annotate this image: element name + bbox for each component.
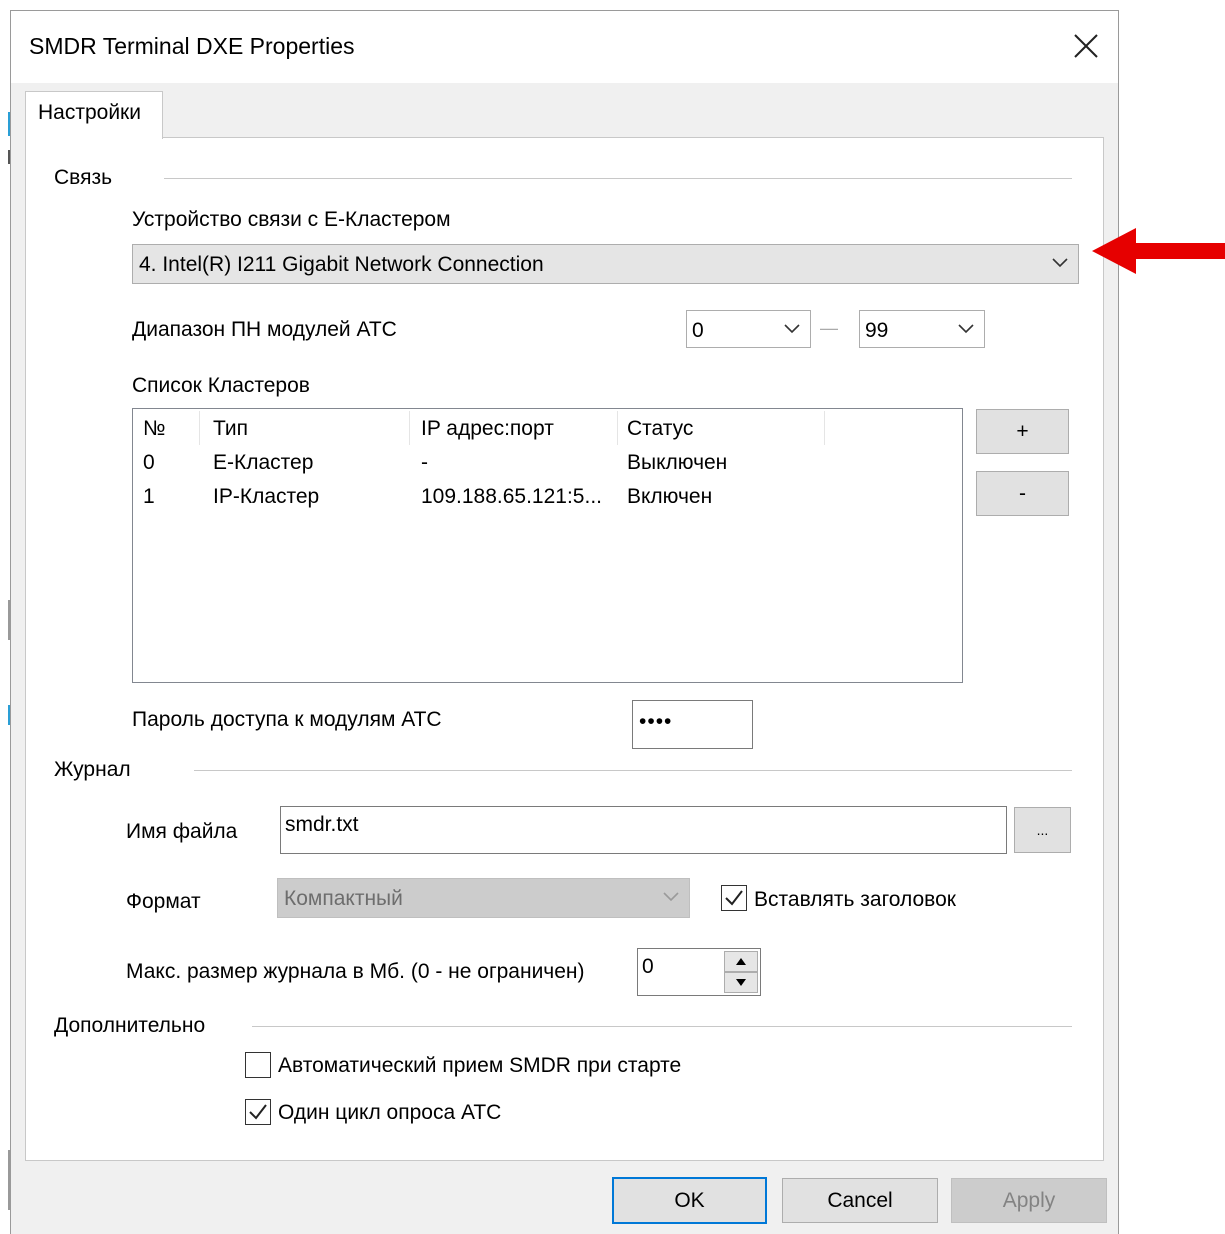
format-value: Компактный (284, 887, 403, 910)
max-size-value: 0 (642, 955, 654, 978)
range-dash: — (820, 318, 838, 338)
device-label: Устройство связи с E-Кластером (132, 208, 451, 231)
column-header-status[interactable]: Статус (627, 417, 693, 441)
max-size-spinner[interactable]: 0 (637, 948, 761, 996)
row-number: 1 (143, 485, 155, 508)
insert-header-label[interactable]: Вставлять заголовок (754, 888, 956, 912)
window-title: SMDR Terminal DXE Properties (29, 33, 355, 59)
remove-cluster-label: - (1019, 481, 1026, 505)
auto-receive-label[interactable]: Автоматический прием SMDR при старте (278, 1054, 681, 1078)
range-to-dropdown[interactable]: 99 (859, 310, 985, 348)
column-separator (824, 411, 825, 445)
row-status: Выключен (627, 451, 728, 474)
row-type: IP-Кластер (213, 485, 320, 508)
title-bar: SMDR Terminal DXE Properties (11, 11, 1118, 83)
tab-settings[interactable]: Настройки (25, 91, 163, 139)
chevron-down-icon (1052, 258, 1068, 268)
red-arrow-icon (1092, 228, 1225, 274)
chevron-down-icon (958, 324, 974, 334)
column-separator (617, 411, 618, 445)
chevron-down-icon (663, 892, 679, 902)
password-value: •••• (639, 710, 673, 733)
section-title-extra: Дополнительно (54, 1014, 206, 1037)
browse-button[interactable]: ... (1014, 807, 1071, 853)
section-title-connection: Связь (54, 166, 113, 189)
properties-dialog: SMDR Terminal DXE Properties Настройки С… (10, 10, 1119, 1234)
apply-button[interactable]: Apply (951, 1178, 1107, 1223)
checkmark-icon (725, 890, 743, 906)
max-size-label: Макс. размер журнала в Мб. (0 - не огран… (126, 960, 585, 983)
filename-label: Имя файла (126, 820, 238, 843)
password-label: Пароль доступа к модулям АТС (132, 708, 442, 731)
one-cycle-checkbox[interactable] (245, 1099, 271, 1125)
row-number: 0 (143, 451, 155, 474)
chevron-down-icon (784, 324, 800, 334)
format-label: Формат (126, 890, 201, 913)
device-dropdown[interactable]: 4. Intel(R) I211 Gigabit Network Connect… (132, 244, 1079, 284)
column-header-number[interactable]: № (143, 417, 166, 441)
arrow-up-icon (736, 958, 746, 965)
add-cluster-label: + (1016, 419, 1029, 443)
row-type: E-Кластер (213, 451, 314, 474)
remove-cluster-button[interactable]: - (976, 471, 1069, 516)
row-ip: - (421, 451, 428, 474)
arrow-down-icon (736, 979, 746, 986)
tab-settings-label: Настройки (38, 101, 141, 124)
filename-input[interactable]: smdr.txt (280, 806, 1007, 854)
cancel-button[interactable]: Cancel (782, 1178, 938, 1223)
column-header-type[interactable]: Тип (213, 417, 248, 441)
column-separator (409, 411, 410, 445)
device-value: 4. Intel(R) I211 Gigabit Network Connect… (139, 253, 544, 276)
ok-label: OK (674, 1188, 705, 1212)
filename-value: smdr.txt (285, 813, 359, 836)
table-row[interactable]: 1 IP-Кластер 109.188.65.121:5... Включен (133, 483, 962, 515)
password-field[interactable]: •••• (632, 700, 753, 749)
range-label: Диапазон ПН модулей АТС (132, 318, 397, 341)
apply-label: Apply (1002, 1188, 1056, 1212)
settings-panel: Связь Устройство связи с E-Кластером 4. … (25, 137, 1104, 1161)
browse-label: ... (1036, 822, 1049, 838)
row-ip: 109.188.65.121:5... (421, 485, 602, 508)
section-divider (252, 1026, 1072, 1027)
column-header-ip[interactable]: IP адрес:порт (421, 417, 554, 441)
table-row[interactable]: 0 E-Кластер - Выключен (133, 449, 962, 481)
section-title-log: Журнал (54, 758, 131, 781)
range-from-dropdown[interactable]: 0 (686, 310, 811, 348)
range-from-value: 0 (692, 319, 704, 342)
row-status: Включен (627, 485, 713, 508)
ok-button[interactable]: OK (612, 1177, 767, 1224)
spin-up-button[interactable] (724, 951, 758, 972)
clusters-label: Список Кластеров (132, 374, 310, 397)
spin-down-button[interactable] (724, 972, 758, 993)
section-divider (164, 178, 1072, 179)
add-cluster-button[interactable]: + (976, 409, 1069, 454)
auto-receive-checkbox[interactable] (245, 1052, 271, 1078)
insert-header-checkbox[interactable] (721, 885, 747, 911)
cancel-label: Cancel (827, 1188, 893, 1212)
close-icon[interactable] (1069, 29, 1103, 63)
section-divider (194, 770, 1072, 771)
column-separator (199, 411, 200, 445)
checkmark-icon (249, 1104, 267, 1120)
one-cycle-label[interactable]: Один цикл опроса АТС (278, 1101, 501, 1125)
format-dropdown[interactable]: Компактный (277, 878, 690, 918)
range-to-value: 99 (865, 319, 889, 342)
clusters-list[interactable]: № Тип IP адрес:порт Статус 0 E-Кластер -… (132, 408, 963, 683)
